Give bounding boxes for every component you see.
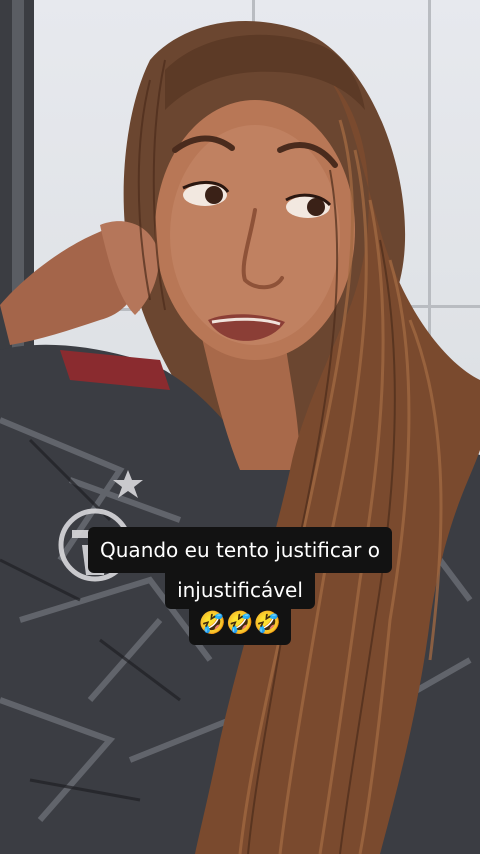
caption-line-2: injustificável [165,569,315,609]
caption-emoji-line: 🤣🤣🤣 [188,607,292,645]
caption-overlay: Quando eu tento justificar o injustificá… [0,527,480,645]
video-frame: Quando eu tento justificar o injustificá… [0,0,480,854]
person-photo [0,0,480,854]
caption-line-1: Quando eu tento justificar o [88,527,392,573]
